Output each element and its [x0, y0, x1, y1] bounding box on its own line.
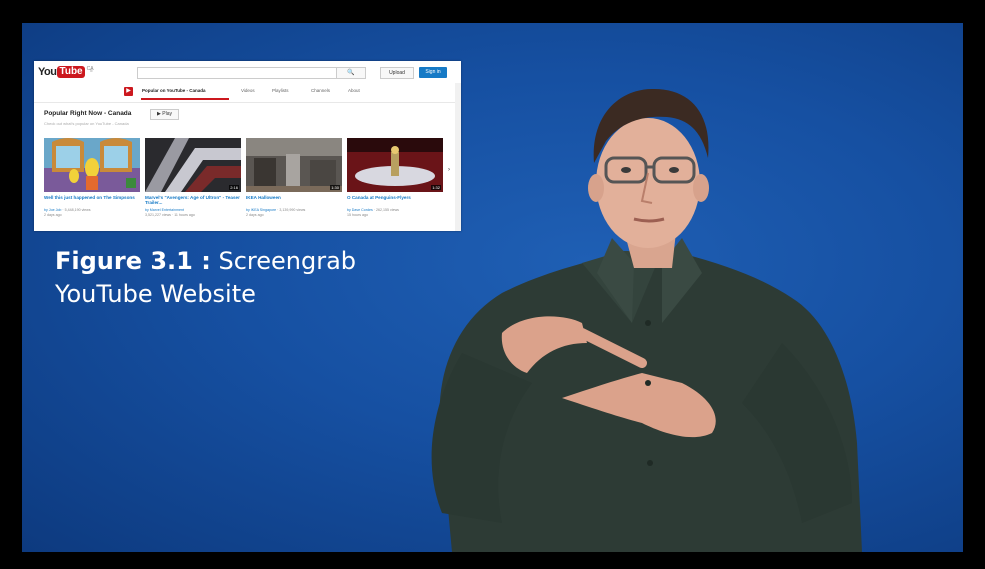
video-age: 15 hours ago	[347, 212, 368, 217]
video-channel[interactable]: by IKEA Singapore	[246, 208, 276, 212]
tab-videos[interactable]: Videos	[241, 88, 255, 93]
channel-tabs: ▶ Popular on YouTube - Canada Videos Pla…	[34, 87, 455, 100]
scrollbar[interactable]	[455, 83, 461, 231]
video-views: 262,155 views	[375, 208, 399, 212]
video-views: 5,448,190 views	[64, 208, 91, 212]
video-title[interactable]: Marvel's "Avengers: Age of Ultron" - Tea…	[145, 195, 241, 206]
caption-line1: Screengrab	[210, 247, 357, 275]
play-all-button[interactable]: ▶ Play	[150, 109, 179, 120]
video-thumbnail[interactable]: 1:32	[347, 138, 443, 192]
video-title[interactable]: IKEA Halloween	[246, 195, 342, 200]
video-views: 3,139,990 views	[279, 208, 306, 212]
sign-in-button[interactable]: Sign in	[419, 67, 447, 78]
video-title[interactable]: O Canada at Penguins-Flyers	[347, 195, 443, 200]
guide-menu-icon[interactable]: ≡	[90, 68, 100, 74]
video-title[interactable]: Well this just happened on The Simpsons	[44, 195, 140, 200]
video-meta: by Dave Cordes · 262,155 views 15 hours …	[347, 208, 399, 217]
video-age: 2 days ago	[44, 212, 62, 217]
video-age: 11 hours ago	[174, 212, 195, 217]
section-title[interactable]: Popular Right Now - Canada	[44, 110, 131, 117]
video-thumbnail[interactable]: 2:16	[145, 138, 241, 192]
video-age: 2 days ago	[246, 212, 264, 217]
figure-caption: Figure 3.1 : Screengrab YouTube Website	[55, 245, 356, 311]
search-button[interactable]: 🔍	[336, 67, 366, 79]
video-frame: You Tube CA ≡ 🔍 Upload Sign in ▶ Popular…	[22, 23, 963, 552]
caption-line2: YouTube Website	[55, 280, 256, 308]
next-arrow-icon[interactable]: ›	[448, 167, 450, 173]
tab-playlists[interactable]: Playlists	[272, 88, 289, 93]
video-channel[interactable]: by Marvel Entertainment	[145, 208, 184, 212]
video-thumbnail[interactable]	[44, 138, 140, 192]
figure-label: Figure 3.1 :	[55, 247, 211, 275]
active-tab-indicator	[141, 98, 229, 100]
video-views: 3,521,227 views	[145, 212, 171, 217]
tab-about[interactable]: About	[348, 88, 360, 93]
video-channel[interactable]: by Dave Cordes	[347, 208, 373, 212]
logo-you: You	[38, 66, 57, 78]
upload-button[interactable]: Upload	[380, 67, 414, 79]
search-input[interactable]	[137, 67, 337, 79]
video-meta: by IKEA Singapore · 3,139,990 views 2 da…	[246, 208, 306, 217]
video-meta: by Joe Job · 5,448,190 views 2 days ago	[44, 208, 91, 217]
logo-tube: Tube	[57, 66, 85, 78]
search-icon: 🔍	[347, 70, 355, 76]
video-duration: 2:16	[229, 185, 239, 190]
video-thumbnail[interactable]: 1:30	[246, 138, 342, 192]
channel-icon: ▶	[124, 87, 133, 96]
section-subtitle: Check out what's popular on YouTube - Ca…	[44, 121, 129, 126]
video-duration: 1:30	[330, 185, 340, 190]
youtube-logo[interactable]: You Tube CA	[38, 66, 94, 78]
video-channel[interactable]: by Joe Job	[44, 208, 61, 212]
youtube-screengrab: You Tube CA ≡ 🔍 Upload Sign in ▶ Popular…	[34, 61, 461, 231]
tab-popular[interactable]: Popular on YouTube - Canada	[142, 88, 206, 93]
divider	[34, 102, 455, 103]
video-duration: 1:32	[431, 185, 441, 190]
youtube-header: You Tube CA ≡ 🔍 Upload Sign in	[34, 61, 461, 83]
video-meta: by Marvel Entertainment 3,521,227 views …	[145, 208, 195, 217]
tab-channels[interactable]: Channels	[311, 88, 330, 93]
